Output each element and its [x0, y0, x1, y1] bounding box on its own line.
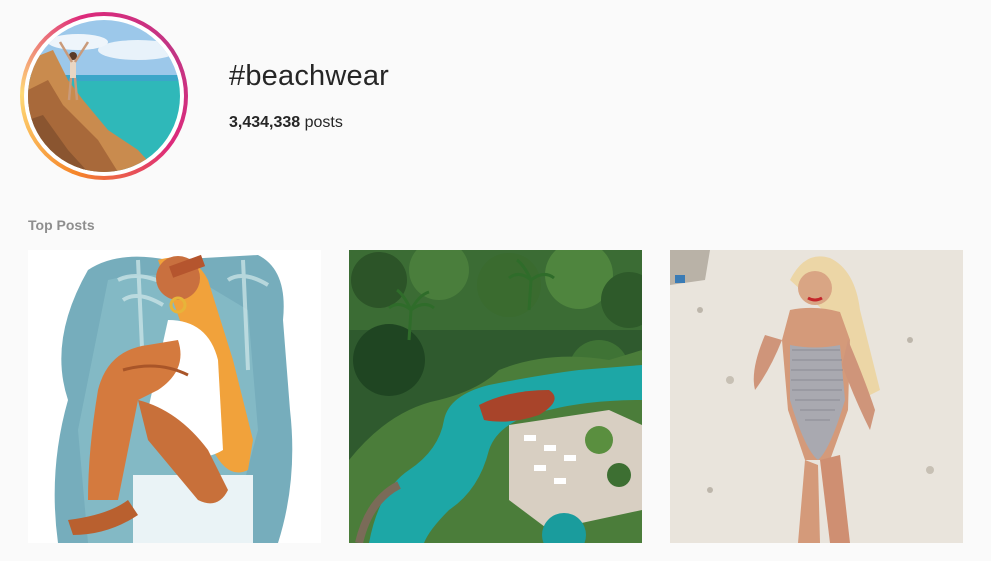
top-post-tile-2[interactable] — [349, 250, 642, 543]
post-image-resort — [349, 250, 642, 543]
post-count: 3,434,338 posts — [229, 114, 343, 132]
avatar-photo — [28, 20, 180, 172]
top-post-tile-3[interactable] — [670, 250, 963, 543]
post-image-illustration — [28, 250, 321, 543]
post-count-value: 3,434,338 — [229, 114, 301, 131]
post-count-label: posts — [300, 114, 343, 131]
top-posts-heading: Top Posts — [28, 217, 95, 233]
hashtag-avatar[interactable] — [20, 12, 188, 180]
post-image-beach — [670, 250, 963, 543]
avatar-ring-gap — [24, 16, 184, 176]
top-post-tile-1[interactable] — [28, 250, 321, 543]
avatar — [28, 20, 180, 172]
page-title: #beachwear — [229, 60, 389, 92]
